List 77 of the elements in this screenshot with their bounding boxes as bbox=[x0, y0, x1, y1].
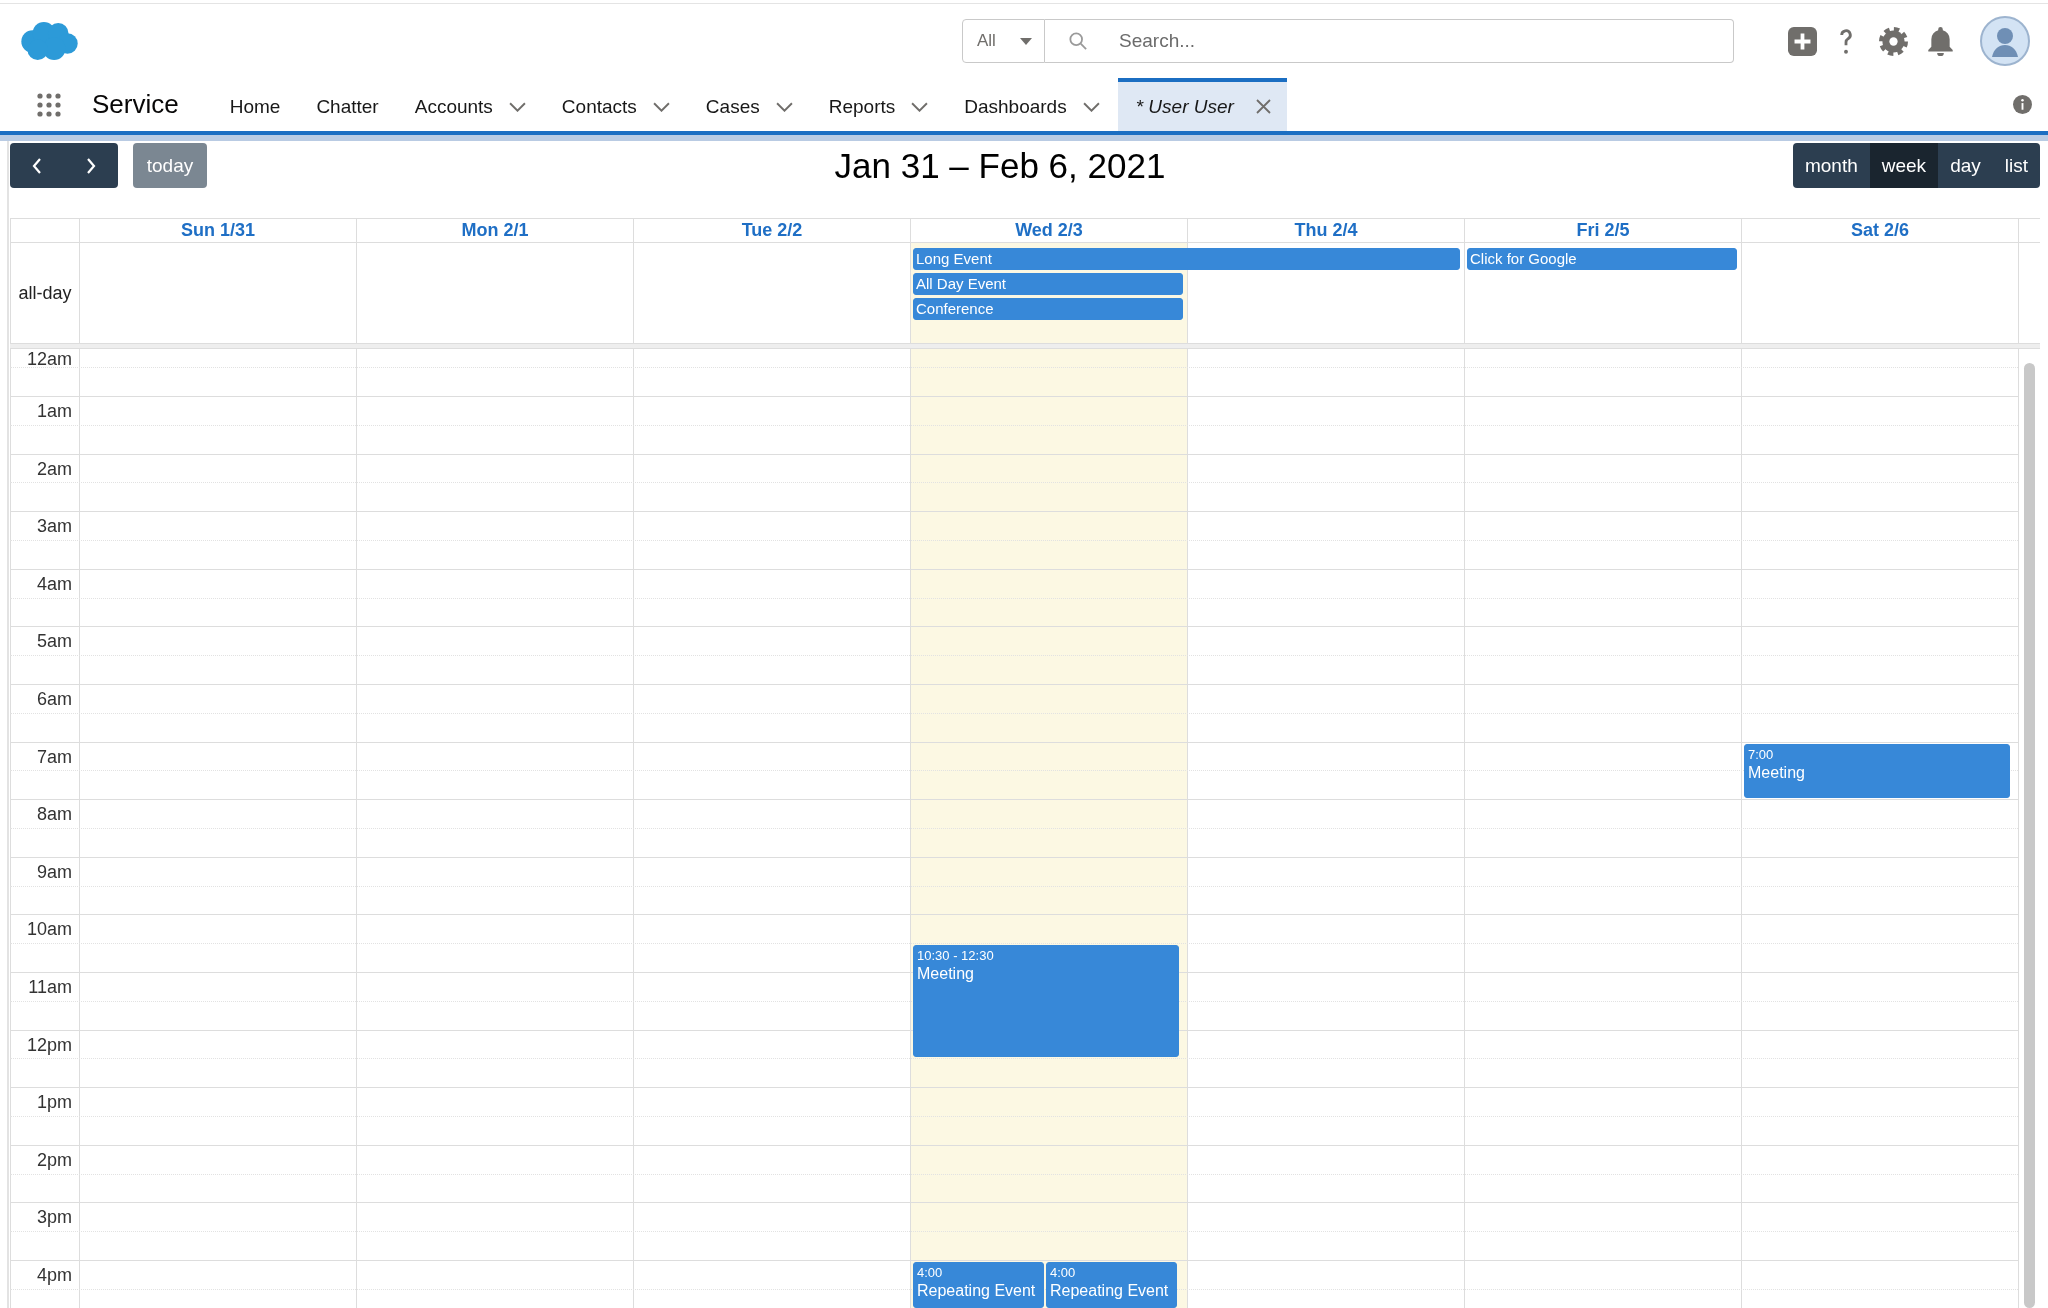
hour-label: 4am bbox=[37, 573, 72, 594]
nav-item[interactable]: Contacts bbox=[543, 78, 688, 131]
event-title: Meeting bbox=[917, 964, 975, 985]
event-title: Repeating Event bbox=[917, 1281, 1037, 1301]
day-header: Thu 2/4 bbox=[1294, 220, 1358, 241]
calendar-event[interactable]: 4:00 Repeating Event bbox=[913, 1262, 1044, 1308]
event-time: 10:30 - 12:30 bbox=[917, 947, 995, 965]
day-header: Sat 2/6 bbox=[1850, 220, 1909, 241]
nav-item[interactable]: Chatter bbox=[298, 78, 397, 131]
view-button[interactable]: week bbox=[1869, 143, 1939, 188]
all-day-event[interactable]: Conference bbox=[913, 298, 1183, 320]
event-title: Repeating Event bbox=[1050, 1281, 1170, 1301]
event-time: 4:00 bbox=[917, 1264, 944, 1281]
search-icon bbox=[1069, 32, 1087, 50]
settings-icon[interactable] bbox=[1879, 26, 1908, 56]
info-icon[interactable] bbox=[2013, 95, 2032, 114]
view-button[interactable]: day bbox=[1938, 143, 1993, 188]
chevron-down-icon[interactable] bbox=[652, 101, 670, 112]
day-header: Fri 2/5 bbox=[1576, 220, 1630, 241]
scrollbar[interactable] bbox=[2024, 363, 2035, 1308]
search-scope-dropdown[interactable]: All bbox=[962, 19, 1045, 63]
chevron-down-icon[interactable] bbox=[508, 101, 526, 112]
hour-label: 12am bbox=[26, 349, 72, 369]
bell-icon[interactable] bbox=[1926, 26, 1955, 56]
chevron-down-icon[interactable] bbox=[911, 101, 929, 112]
chevron-down-icon[interactable] bbox=[1082, 101, 1100, 112]
app-launcher-icon[interactable] bbox=[37, 92, 61, 117]
hour-label: 2pm bbox=[37, 1149, 72, 1170]
avatar-icon[interactable] bbox=[1980, 16, 2030, 66]
date-range-title: Jan 31 – Feb 6, 2021 bbox=[834, 145, 1166, 186]
nav-item[interactable]: Accounts bbox=[396, 78, 544, 131]
hour-label: 10am bbox=[26, 919, 72, 940]
next-button[interactable] bbox=[64, 143, 118, 188]
caret-down-icon bbox=[1020, 37, 1032, 45]
nav-item[interactable]: Home bbox=[211, 78, 299, 131]
all-day-event[interactable]: Long Event bbox=[913, 248, 1460, 270]
chevron-down-icon[interactable] bbox=[775, 101, 793, 112]
previous-button[interactable] bbox=[10, 143, 64, 188]
nav-item[interactable]: Cases bbox=[687, 78, 811, 131]
hour-label: 7am bbox=[37, 746, 72, 767]
nav-tab[interactable]: * User User bbox=[1117, 78, 1287, 131]
hour-label: 1am bbox=[37, 401, 72, 421]
cloud-logo[interactable] bbox=[20, 21, 78, 61]
chevron-right-icon bbox=[86, 157, 96, 174]
calendar-event[interactable]: 4:00 Repeating Event bbox=[1046, 1262, 1177, 1308]
calendar-event[interactable]: 10:30 - 12:30 Meeting bbox=[913, 945, 1179, 1058]
add-icon[interactable] bbox=[1788, 26, 1817, 56]
hour-label: 3am bbox=[37, 516, 72, 537]
hour-label: 3pm bbox=[37, 1207, 72, 1228]
hour-label: 9am bbox=[37, 861, 72, 882]
chevron-left-icon bbox=[32, 157, 42, 174]
all-day-label: all-day bbox=[18, 282, 72, 304]
hour-label: 4pm bbox=[37, 1264, 72, 1285]
calendar-event[interactable]: 7:00 Meeting bbox=[1744, 743, 2010, 799]
view-button[interactable]: month bbox=[1792, 143, 1870, 188]
hour-label: 6am bbox=[37, 688, 72, 709]
hour-label: 11am bbox=[28, 976, 72, 997]
hour-label: 5am bbox=[37, 631, 72, 652]
event-title: Meeting bbox=[1748, 762, 1806, 783]
nav-item[interactable]: Reports bbox=[810, 78, 947, 131]
day-header: Sun 1/31 bbox=[181, 220, 255, 241]
event-time: 4:00 bbox=[1050, 1264, 1077, 1281]
event-time: 7:00 bbox=[1748, 745, 1775, 763]
search-field[interactable]: Search... bbox=[1045, 19, 1734, 63]
nav-item[interactable]: Dashboards bbox=[946, 78, 1118, 131]
all-day-event[interactable]: All Day Event bbox=[913, 273, 1183, 295]
close-icon[interactable] bbox=[1255, 99, 1271, 114]
hour-label: 12pm bbox=[26, 1034, 72, 1055]
day-header: Wed 2/3 bbox=[1015, 220, 1083, 241]
hour-label: 1pm bbox=[37, 1092, 72, 1113]
day-header: Mon 2/1 bbox=[461, 220, 529, 241]
hour-label: 8am bbox=[37, 804, 72, 825]
app-name: Service bbox=[92, 89, 179, 120]
day-header: Tue 2/2 bbox=[741, 220, 803, 241]
hour-label: 2am bbox=[37, 458, 72, 479]
view-button[interactable]: list bbox=[1992, 143, 2040, 188]
all-day-event[interactable]: Click for Google bbox=[1467, 248, 1737, 270]
